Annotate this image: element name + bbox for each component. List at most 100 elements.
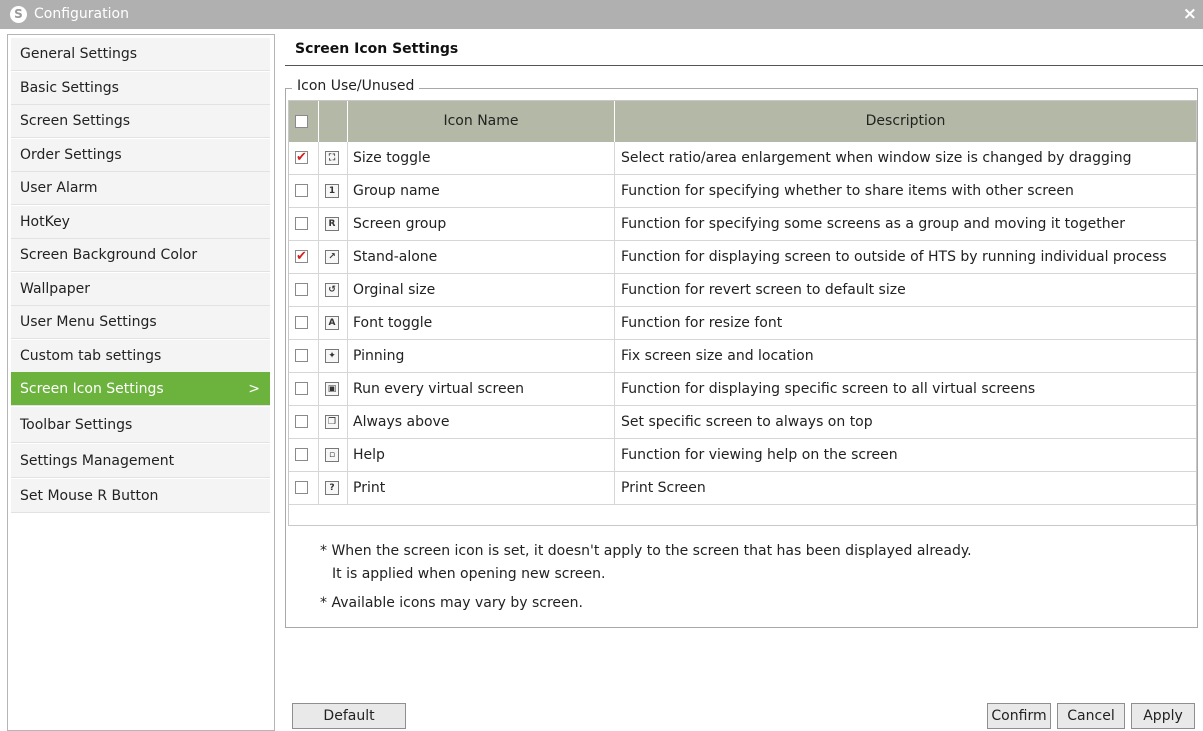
- use-icon-checkbox[interactable]: [295, 382, 308, 395]
- table-row[interactable]: 1 Group name Function for specifying wheth…: [289, 175, 1196, 208]
- icon-name-cell: Size toggle: [348, 142, 615, 174]
- table-row[interactable]: ↺ Orginal size Function for revert screen …: [289, 274, 1196, 307]
- description-cell: Function for specifying some screens as …: [621, 216, 1125, 232]
- note-applies-new-screen-cont: It is applied when opening new screen.: [332, 566, 606, 582]
- apply-button[interactable]: Apply: [1131, 703, 1195, 729]
- description-cell: Fix screen size and location: [621, 348, 814, 364]
- sidebar-item-label: General Settings: [20, 46, 138, 62]
- use-icon-checkbox[interactable]: [295, 481, 308, 494]
- table-row[interactable]: ▫ Help Function for viewing help on the sc…: [289, 439, 1196, 472]
- close-icon[interactable]: ×: [1183, 4, 1197, 24]
- use-icon-checkbox[interactable]: [295, 349, 308, 362]
- help-icon: ▫: [325, 448, 339, 462]
- table-row[interactable]: ? Print Print Screen: [289, 472, 1196, 505]
- default-button[interactable]: Default: [292, 703, 406, 729]
- confirm-button[interactable]: Confirm: [987, 703, 1051, 729]
- sidebar-item-label: Custom tab settings: [20, 348, 162, 364]
- row-icon-cell: R: [319, 208, 348, 240]
- use-icon-checkbox[interactable]: [295, 283, 308, 296]
- sidebar-item-label: Set Mouse R Button: [20, 488, 159, 504]
- sidebar-item-user-menu-settings[interactable]: User Menu Settings: [11, 306, 270, 339]
- sidebar-item-custom-tab-settings[interactable]: Custom tab settings: [11, 340, 270, 373]
- sidebar-item-screen-icon-settings[interactable]: Screen Icon Settings >: [11, 372, 270, 406]
- row-checkbox-cell: [289, 340, 319, 372]
- sidebar-item-label: Basic Settings: [20, 80, 119, 96]
- description-cell: Select ratio/area enlargement when windo…: [621, 150, 1132, 166]
- table-header: Icon Name Description: [289, 101, 1196, 142]
- screen-group-icon: R: [325, 217, 339, 231]
- row-icon-cell: ↺: [319, 274, 348, 306]
- resize-icon: ⛶: [325, 151, 339, 165]
- header-divider: [285, 65, 1203, 66]
- header-description[interactable]: Description: [615, 101, 1196, 142]
- icon-name-cell: Stand-alone: [348, 241, 615, 273]
- sidebar-item-general-settings[interactable]: General Settings: [11, 38, 270, 71]
- sidebar-item-label: Screen Icon Settings: [20, 381, 164, 397]
- sidebar-item-toolbar-settings[interactable]: Toolbar Settings: [11, 407, 270, 443]
- sidebar-item-order-settings[interactable]: Order Settings: [11, 139, 270, 172]
- chevron-right-icon: >: [248, 381, 260, 397]
- row-icon-cell: ▣: [319, 373, 348, 405]
- use-icon-checkbox[interactable]: [295, 184, 308, 197]
- table-row[interactable]: ✦ Pinning Fix screen size and location: [289, 340, 1196, 373]
- virtual-screen-icon: ▣: [325, 382, 339, 396]
- row-checkbox-cell: [289, 472, 319, 504]
- sidebar-item-label: Order Settings: [20, 147, 122, 163]
- note-applies-new-screen: * When the screen icon is set, it doesn'…: [320, 543, 972, 559]
- table-row[interactable]: A Font toggle Function for resize font: [289, 307, 1196, 340]
- use-icon-checkbox[interactable]: [295, 415, 308, 428]
- font-icon: A: [325, 316, 339, 330]
- sidebar-item-basic-settings[interactable]: Basic Settings: [11, 72, 270, 105]
- title-bar: S Configuration ×: [0, 0, 1203, 29]
- description-cell: Function for revert screen to default si…: [621, 282, 906, 298]
- description-cell: Set specific screen to always on top: [621, 414, 873, 430]
- sidebar-item-set-mouse-r-button[interactable]: Set Mouse R Button: [11, 479, 270, 513]
- icon-name-cell: Screen group: [348, 208, 615, 240]
- row-icon-cell: ↗: [319, 241, 348, 273]
- icon-name-cell: Always above: [348, 406, 615, 438]
- description-cell: Print Screen: [621, 480, 706, 496]
- description-cell: Function for specifying whether to share…: [621, 183, 1074, 199]
- always-on-top-icon: ❐: [325, 415, 339, 429]
- table-row[interactable]: ⛶ Size toggle Select ratio/area enlargemen…: [289, 142, 1196, 175]
- sidebar-item-wallpaper[interactable]: Wallpaper: [11, 273, 270, 306]
- use-icon-checkbox[interactable]: [295, 316, 308, 329]
- sidebar-item-label: HotKey: [20, 214, 70, 230]
- sidebar-item-screen-background-color[interactable]: Screen Background Color: [11, 239, 270, 272]
- description-cell: Function for resize font: [621, 315, 783, 331]
- print-icon: ?: [325, 481, 339, 495]
- icon-name-cell: Group name: [348, 175, 615, 207]
- select-all-checkbox[interactable]: [295, 115, 308, 128]
- row-checkbox-cell: [289, 406, 319, 438]
- description-cell: Function for displaying specific screen …: [621, 381, 1036, 397]
- row-icon-cell: ❐: [319, 406, 348, 438]
- cancel-button[interactable]: Cancel: [1057, 703, 1125, 729]
- row-checkbox-cell: [289, 142, 319, 174]
- table-row[interactable]: ↗ Stand-alone Function for displaying scre…: [289, 241, 1196, 274]
- sidebar-item-label: User Alarm: [20, 180, 98, 196]
- use-icon-checkbox[interactable]: [295, 448, 308, 461]
- icon-name-cell: Orginal size: [348, 274, 615, 306]
- table-row[interactable]: R Screen group Function for specifying som…: [289, 208, 1196, 241]
- icon-table: Icon Name Description ⛶ Size toggle Select…: [288, 100, 1197, 526]
- row-icon-cell: ⛶: [319, 142, 348, 174]
- sidebar-item-label: User Menu Settings: [20, 314, 157, 330]
- header-checkbox-cell: [289, 101, 319, 142]
- use-icon-checkbox[interactable]: [295, 217, 308, 230]
- sidebar-item-screen-settings[interactable]: Screen Settings: [11, 105, 270, 138]
- use-icon-checkbox[interactable]: [295, 247, 308, 266]
- sidebar-item-settings-management[interactable]: Settings Management: [11, 444, 270, 478]
- icon-name-cell: Font toggle: [348, 307, 615, 339]
- icon-name-cell: Help: [348, 439, 615, 471]
- row-checkbox-cell: [289, 241, 319, 273]
- sidebar-item-hotkey[interactable]: HotKey: [11, 206, 270, 239]
- header-icon-name[interactable]: Icon Name: [348, 101, 615, 142]
- table-row[interactable]: ▣ Run every virtual screen Function for di…: [289, 373, 1196, 406]
- restore-size-icon: ↺: [325, 283, 339, 297]
- sidebar-item-user-alarm[interactable]: User Alarm: [11, 172, 270, 205]
- sidebar-item-label: Screen Background Color: [20, 247, 198, 263]
- note-icons-vary: * Available icons may vary by screen.: [320, 595, 583, 611]
- table-row[interactable]: ❐ Always above Set specific screen to alwa…: [289, 406, 1196, 439]
- row-icon-cell: 1: [319, 175, 348, 207]
- use-icon-checkbox[interactable]: [295, 148, 308, 167]
